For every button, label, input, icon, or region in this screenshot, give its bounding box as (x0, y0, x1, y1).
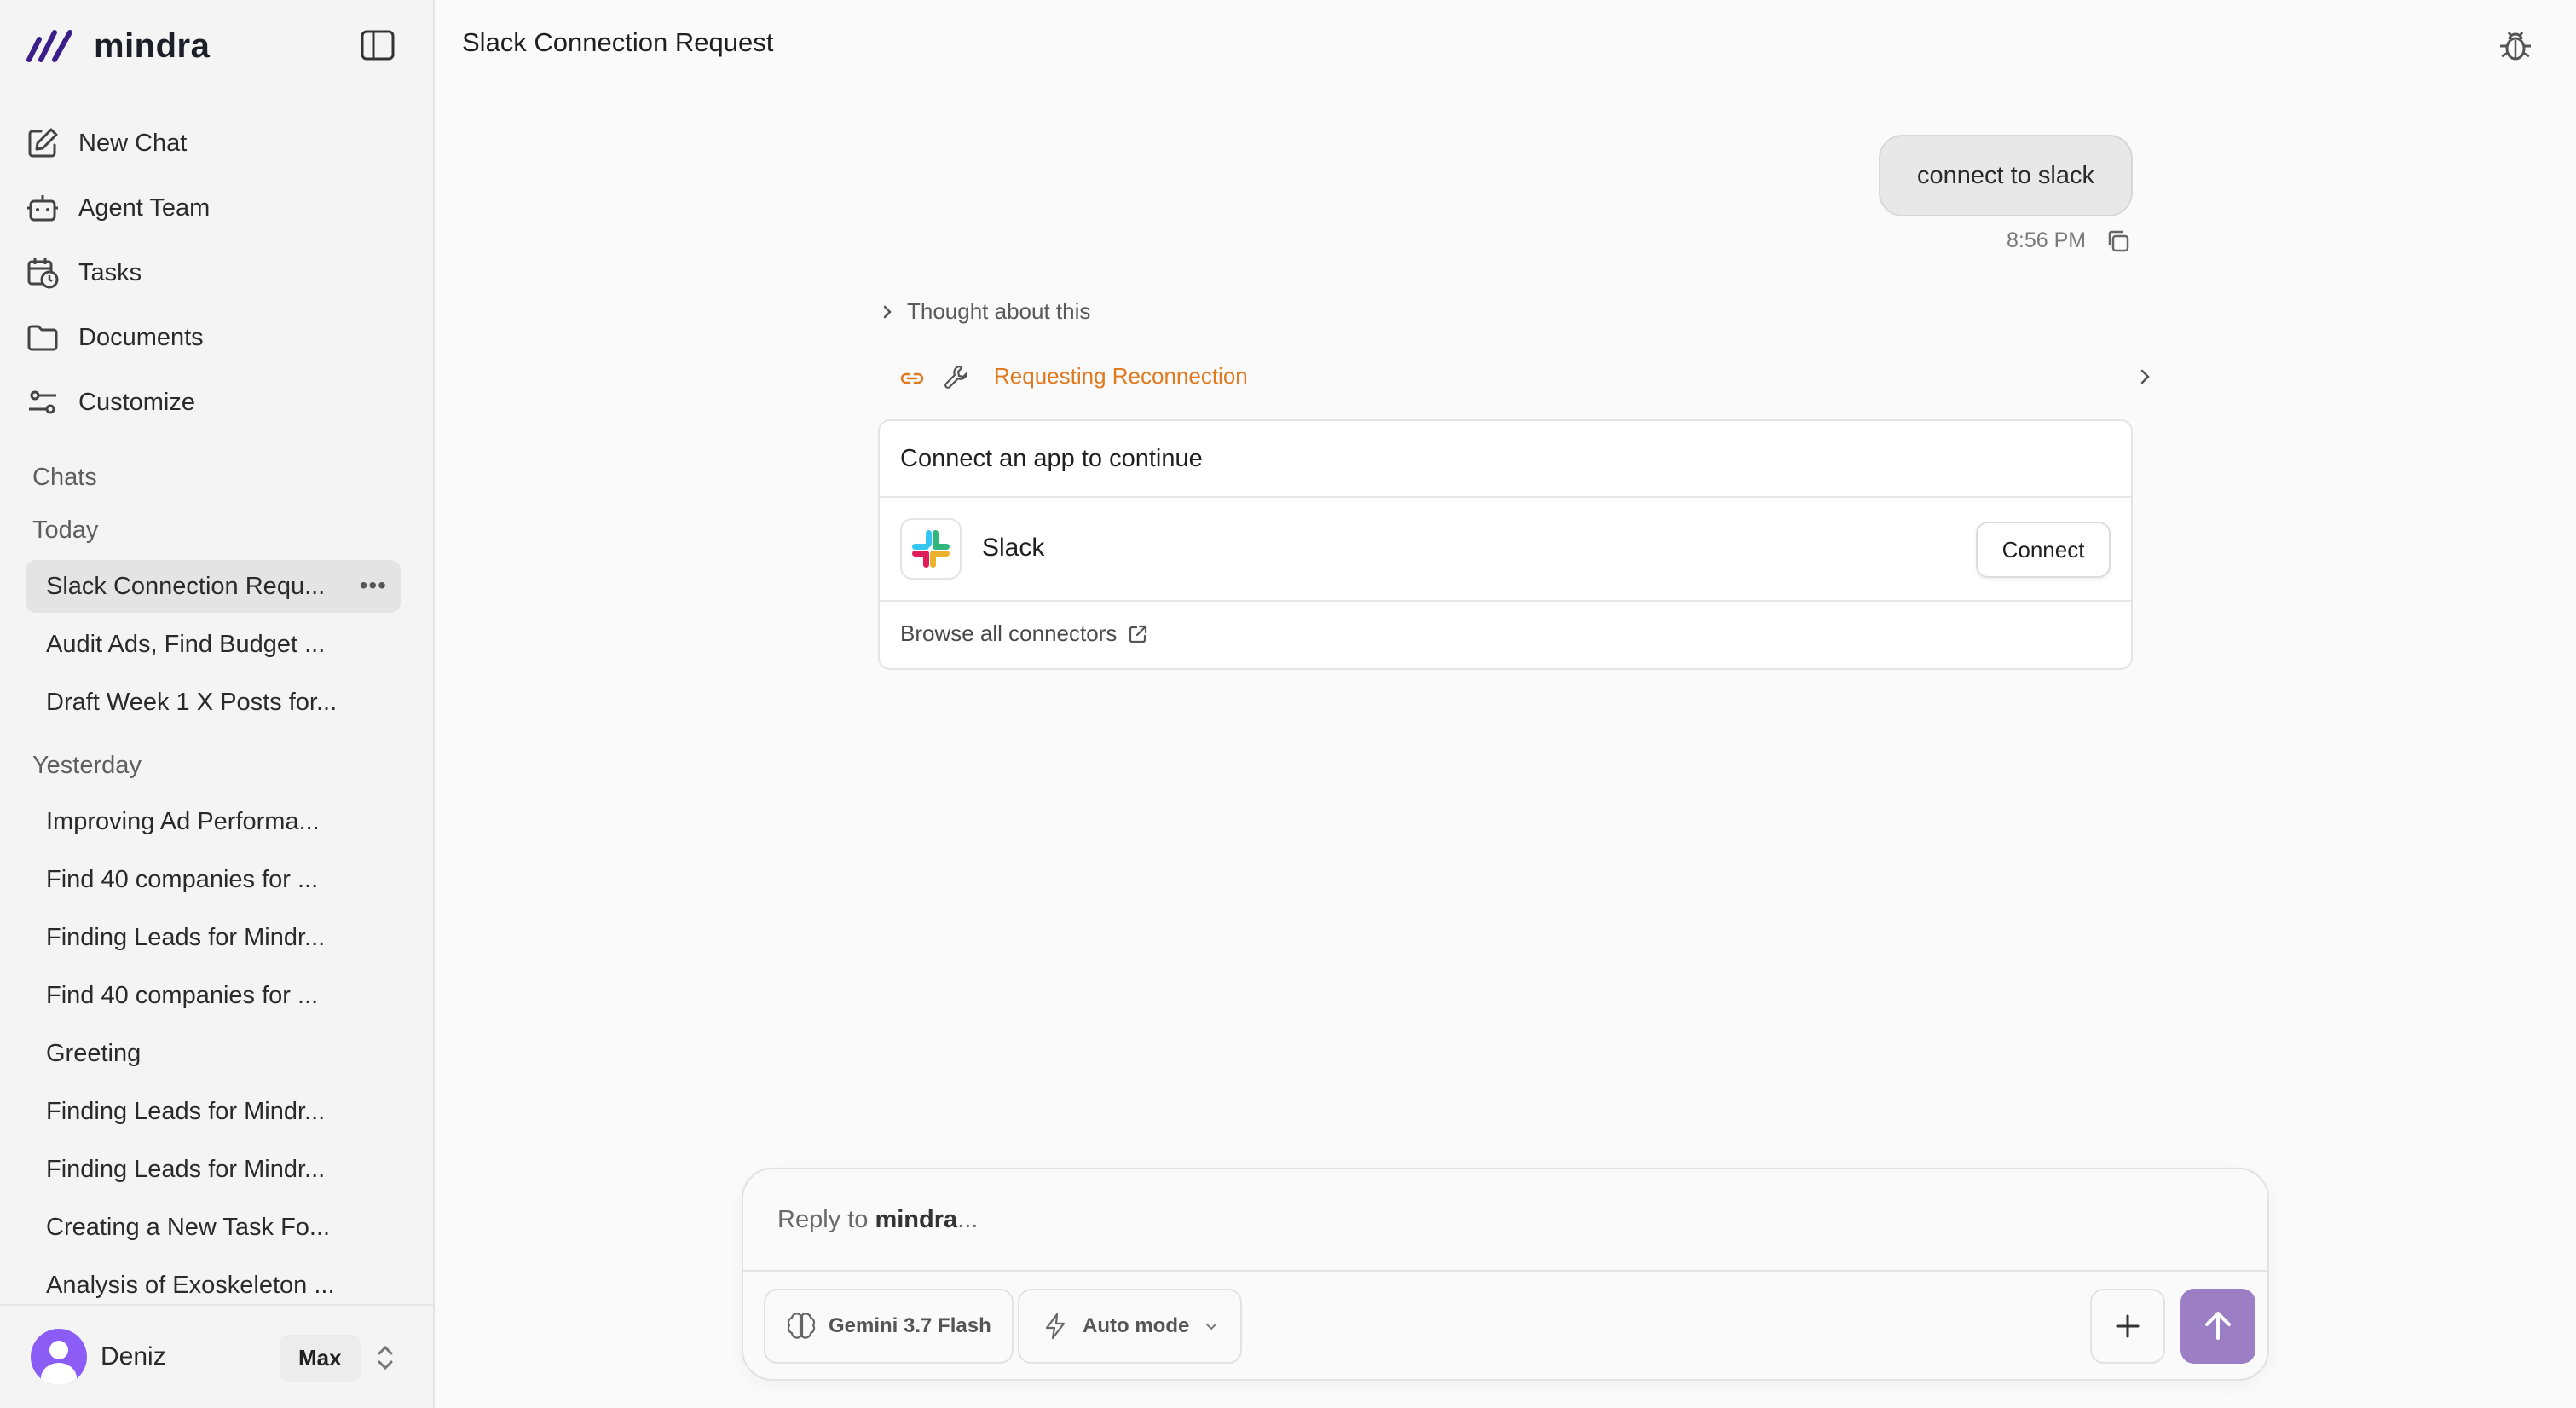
chat-item[interactable]: Audit Ads, Find Budget ... (26, 618, 401, 671)
chat-item-title: Finding Leads for Mindr... (46, 923, 326, 951)
thought-toggle[interactable]: Thought about this (878, 298, 1090, 325)
mindra-logo-icon (26, 30, 72, 62)
reply-input[interactable]: Reply to mindra... (743, 1169, 2267, 1272)
plus-icon (2116, 1314, 2140, 1338)
user-bar[interactable]: Deniz Max (0, 1304, 433, 1408)
chat-item[interactable]: Draft Week 1 X Posts for... (26, 676, 401, 729)
connect-button[interactable]: Connect (1976, 522, 2111, 578)
chat-item[interactable]: Find 40 companies for ... (26, 969, 401, 1022)
chat-item-title: Draft Week 1 X Posts for... (46, 688, 338, 716)
message-time: 8:56 PM (2007, 228, 2087, 252)
app-name: Slack (982, 534, 1045, 562)
nav-new-chat[interactable]: New Chat (26, 111, 409, 176)
send-button[interactable] (2180, 1289, 2255, 1364)
connect-app-card: Connect an app to continue Slack Connect… (878, 419, 2133, 670)
mode-selector[interactable]: Auto mode (1018, 1289, 1243, 1364)
yesterday-chat-list: Improving Ad Performa... Find 40 compani… (26, 795, 401, 1312)
app-row: Slack Connect (880, 498, 2131, 602)
sidebar: mindra New Chat Agent Team Tasks Documen… (0, 0, 435, 1408)
chat-item-title: Finding Leads for Mindr... (46, 1155, 326, 1183)
chat-item-title: Slack Connection Requ... (46, 572, 326, 600)
nav-customize[interactable]: Customize (26, 370, 409, 435)
main-nav: New Chat Agent Team Tasks Documents Cust… (26, 111, 409, 435)
chat-item-title: Creating a New Task Fo... (46, 1213, 331, 1241)
more-options-icon[interactable]: ••• (360, 572, 387, 599)
chat-item-title: Analysis of Exoskeleton ... (46, 1271, 335, 1299)
plan-badge: Max (280, 1335, 361, 1382)
browse-label: Browse all connectors (900, 620, 1118, 646)
message-composer: Reply to mindra... Gemini 3.7 Flash Auto… (742, 1168, 2269, 1381)
avatar (31, 1329, 87, 1385)
nav-label: Customize (78, 388, 195, 416)
nav-label: Tasks (78, 258, 142, 286)
tool-call-row[interactable]: Requesting Reconnection (898, 361, 2571, 395)
today-chat-list: Slack Connection Requ... ••• Audit Ads, … (26, 560, 401, 729)
add-attachment-button[interactable] (2090, 1289, 2165, 1364)
chat-item[interactable]: Finding Leads for Mindr... (26, 1143, 401, 1196)
calendar-clock-icon (27, 258, 59, 289)
slack-logo-icon (900, 518, 962, 580)
chat-item-title: Find 40 companies for ... (46, 981, 319, 1009)
chat-item[interactable]: Find 40 companies for ... (26, 853, 401, 906)
user-message-bubble: connect to slack (1879, 135, 2133, 216)
user-name: Deniz (101, 1342, 166, 1370)
nav-label: Agent Team (78, 193, 211, 222)
link-icon (900, 372, 924, 384)
robot-icon (27, 195, 58, 222)
chevron-right-icon (2140, 369, 2150, 384)
sidebar-toggle-icon[interactable] (360, 29, 396, 61)
chat-item[interactable]: Greeting (26, 1027, 401, 1080)
thought-label: Thought about this (907, 298, 1091, 324)
section-chats: Chats (32, 464, 97, 491)
brand-name: mindra (94, 26, 211, 65)
chat-item-title: Finding Leads for Mindr... (46, 1097, 326, 1125)
brain-icon (787, 1313, 816, 1339)
chat-item-title: Greeting (46, 1039, 142, 1067)
app-root: mindra New Chat Agent Team Tasks Documen… (0, 0, 2576, 1408)
section-yesterday: Yesterday (32, 752, 142, 779)
chat-item-active[interactable]: Slack Connection Requ... ••• (26, 560, 401, 613)
model-label: Gemini 3.7 Flash (829, 1314, 991, 1337)
folder-icon (27, 325, 58, 351)
copy-icon[interactable] (2105, 228, 2131, 254)
chat-item-title: Find 40 companies for ... (46, 865, 319, 893)
chat-item[interactable]: Improving Ad Performa... (26, 795, 401, 848)
nav-tasks[interactable]: Tasks (26, 240, 409, 305)
wrench-icon (944, 365, 968, 389)
chat-item-title: Improving Ad Performa... (46, 807, 320, 835)
mode-label: Auto mode (1083, 1314, 1190, 1337)
tool-label: Requesting Reconnection (994, 363, 1248, 389)
brand[interactable]: mindra (26, 22, 210, 70)
nav-label: New Chat (78, 129, 188, 157)
chat-item-title: Audit Ads, Find Budget ... (46, 630, 326, 658)
chat-item[interactable]: Creating a New Task Fo... (26, 1201, 401, 1254)
chat-item[interactable]: Finding Leads for Mindr... (26, 911, 401, 964)
arrow-up-icon (2205, 1312, 2231, 1340)
nav-documents[interactable]: Documents (26, 305, 409, 370)
nav-label: Documents (78, 323, 204, 351)
card-title: Connect an app to continue (880, 421, 2131, 498)
page-title: Slack Connection Request (462, 27, 774, 57)
edit-icon (28, 128, 58, 158)
browse-connectors-link[interactable]: Browse all connectors (900, 620, 1149, 647)
model-selector[interactable]: Gemini 3.7 Flash (764, 1289, 1014, 1364)
main-panel: Slack Connection Request connect to slac… (435, 0, 2576, 1408)
section-today: Today (32, 516, 99, 544)
chat-item[interactable]: Finding Leads for Mindr... (26, 1085, 401, 1138)
reply-placeholder: Reply to mindra... (777, 1205, 979, 1233)
lightning-icon (1045, 1313, 1066, 1340)
external-link-icon (1129, 625, 1147, 643)
nav-agent-team[interactable]: Agent Team (26, 176, 409, 240)
chevron-right-icon (883, 305, 892, 318)
chevron-up-down-icon[interactable] (375, 1342, 396, 1374)
bug-icon[interactable] (2498, 27, 2533, 63)
sliders-icon (29, 390, 56, 414)
chevron-down-icon (1206, 1324, 1217, 1330)
